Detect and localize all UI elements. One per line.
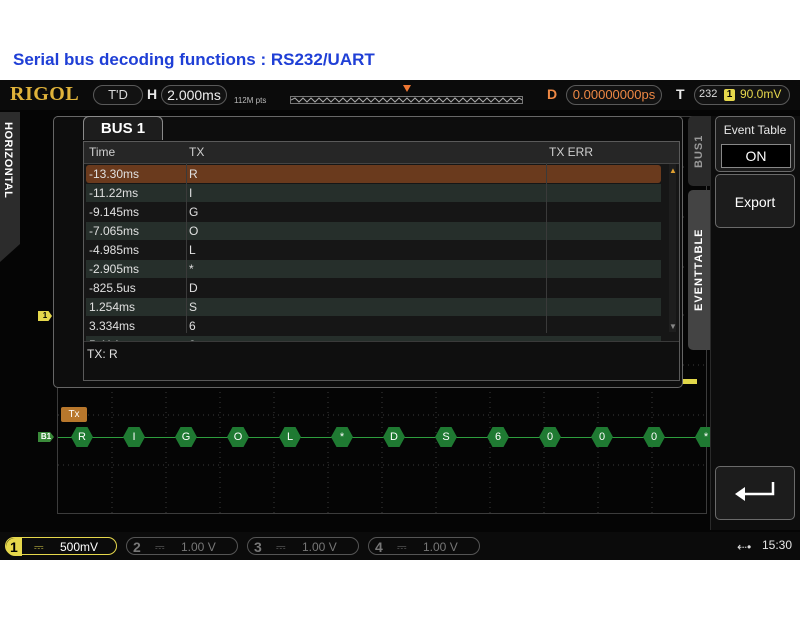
column-divider <box>546 163 547 333</box>
coupling-icon: ⎓ <box>155 540 165 554</box>
table-row[interactable]: -7.065ms O <box>86 222 661 240</box>
row-tx: 6 <box>189 319 196 333</box>
table-scrollbar[interactable] <box>669 164 676 332</box>
channel-scale: 1.00 V <box>302 540 337 554</box>
channel-scale: 500mV <box>60 540 99 554</box>
event-table-value: ON <box>721 144 791 168</box>
row-time: -13.30ms <box>89 167 140 181</box>
delay-value[interactable]: 0.00000000ps <box>566 85 662 105</box>
table-row[interactable]: -9.145ms G <box>86 203 661 221</box>
bus1-marker[interactable]: B1 <box>38 432 54 442</box>
bottom-status-bar: 1 ⎓ 500mV 2 ⎓ 1.00 V 3 ⎓ 1.00 V 4 ⎓ 1.00 V ⇠• 15:30 <box>0 532 800 560</box>
row-time: -11.22ms <box>89 186 139 200</box>
trigger-label: T <box>676 86 685 102</box>
column-header-time[interactable]: Time <box>89 145 115 159</box>
eventtable-menu-tab[interactable]: EVENTTABLE <box>688 190 710 350</box>
clock: 15:30 <box>762 538 793 552</box>
channel-number: 2 <box>133 539 141 555</box>
trigger-position-icon <box>403 85 411 92</box>
channel-number: 4 <box>375 539 383 555</box>
scroll-down-icon[interactable]: ▼ <box>669 322 677 332</box>
row-time: -7.065ms <box>89 224 140 238</box>
coupling-icon: ⎓ <box>276 540 286 554</box>
back-arrow-icon <box>735 482 775 501</box>
memory-waveform-icon <box>291 97 522 103</box>
channel-1-button[interactable]: 1 ⎓ 500mV <box>5 537 117 556</box>
trigger-source-badge: 1 <box>724 89 735 101</box>
oscilloscope-screen: RIGOL T'D H 2.000ms 112M pts D 0.0000000… <box>0 80 800 560</box>
export-button[interactable]: Export <box>715 174 795 228</box>
row-tx: R <box>189 167 198 181</box>
tx-line-tag: Tx <box>61 407 87 422</box>
row-time: 1.254ms <box>89 300 136 314</box>
event-table-toggle[interactable]: Event Table ON <box>715 116 795 172</box>
bus1-menu-tab[interactable]: BUS1 <box>688 116 710 186</box>
row-time: -9.145ms <box>89 205 140 219</box>
usb-icon: ⇠• <box>737 540 752 554</box>
table-row[interactable]: 1.254ms S <box>86 298 661 316</box>
bus-panel-tab[interactable]: BUS 1 <box>83 116 163 140</box>
selected-event-detail: TX: R <box>84 341 679 380</box>
detail-text: TX: R <box>87 347 118 361</box>
row-tx: S <box>189 300 198 314</box>
channel-scale: 1.00 V <box>181 540 216 554</box>
column-header-tx-err[interactable]: TX ERR <box>549 145 593 159</box>
scroll-up-icon[interactable]: ▲ <box>669 166 677 176</box>
timebase-value[interactable]: 2.000ms <box>161 85 227 105</box>
row-time: 3.334ms <box>89 319 136 333</box>
row-tx: L <box>189 243 196 257</box>
channel-scale: 1.00 V <box>423 540 458 554</box>
page-title: Serial bus decoding functions : RS232/UA… <box>13 50 375 69</box>
channel-4-button[interactable]: 4 ⎓ 1.00 V <box>368 537 480 555</box>
memory-depth: 112M pts <box>234 96 267 105</box>
trigger-level: 90.0mV <box>740 87 782 101</box>
trigger-type: 232 <box>699 88 718 100</box>
table-row[interactable]: 3.334ms 6 <box>86 317 661 335</box>
event-table: Time TX TX ERR -13.30ms R -11.22ms I -9.145m… <box>83 141 680 381</box>
channel-2-button[interactable]: 2 ⎓ 1.00 V <box>126 537 238 555</box>
table-header: Time TX TX ERR <box>84 142 679 164</box>
table-row[interactable]: -825.5us D <box>86 279 661 297</box>
horizontal-tab-label: HORIZONTAL <box>2 122 14 199</box>
row-tx: D <box>189 281 198 295</box>
row-tx: * <box>189 262 194 276</box>
memory-position-bar[interactable] <box>290 96 523 104</box>
row-tx: G <box>189 205 199 219</box>
back-button[interactable] <box>715 466 795 520</box>
channel-3-button[interactable]: 3 ⎓ 1.00 V <box>247 537 359 555</box>
table-row[interactable]: -11.22ms I <box>86 184 661 202</box>
event-table-label: Event Table <box>723 123 787 137</box>
coupling-icon: ⎓ <box>34 540 44 554</box>
row-time: -2.905ms <box>89 262 140 276</box>
horizontal-label: H <box>147 86 158 102</box>
run-state-indicator[interactable]: T'D <box>93 85 143 105</box>
row-tx: I <box>189 186 193 200</box>
row-tx: O <box>189 224 199 238</box>
channel-number: 1 <box>6 538 22 556</box>
row-time: -4.985ms <box>89 243 140 257</box>
coupling-icon: ⎓ <box>397 540 407 554</box>
table-row[interactable]: -4.985ms L <box>86 241 661 259</box>
ch1-ground-marker[interactable]: 1 <box>38 311 52 321</box>
top-status-bar: RIGOL T'D H 2.000ms 112M pts D 0.0000000… <box>0 80 800 110</box>
delay-label: D <box>547 86 558 102</box>
table-row[interactable]: -13.30ms R <box>86 165 661 183</box>
brand-logo: RIGOL <box>10 83 80 105</box>
table-row[interactable]: -2.905ms * <box>86 260 661 278</box>
column-divider <box>186 163 187 333</box>
column-header-tx[interactable]: TX <box>189 145 204 159</box>
channel-number: 3 <box>254 539 262 555</box>
row-time: -825.5us <box>89 281 136 295</box>
